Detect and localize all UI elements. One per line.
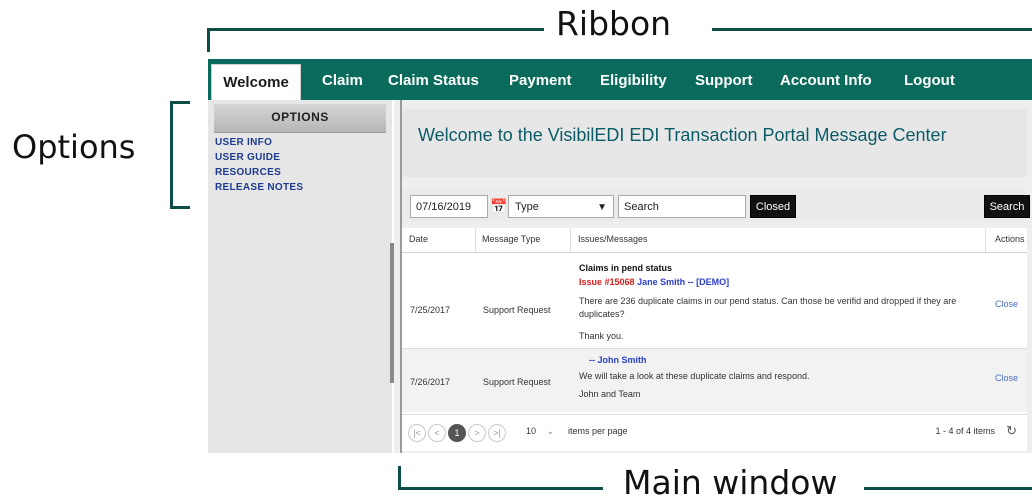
close-link[interactable]: Close — [995, 373, 1018, 383]
message-body: We will take a look at these duplicate c… — [579, 371, 810, 381]
filter-toolbar: 07/16/2019 📅 Type ▼ Search Closed Search — [402, 190, 1030, 222]
message-meta: Issue #15068 Jane Smith -- [DEMO] — [579, 277, 729, 287]
ribbon-bracket-left-tick — [207, 28, 210, 52]
page-size-value: 10 — [526, 426, 537, 436]
options-bracket-bottom — [170, 206, 190, 209]
col-date[interactable]: Date — [409, 234, 428, 244]
link-user-info[interactable]: USER INFO — [215, 137, 272, 148]
message-signoff: John and Team — [579, 389, 641, 399]
type-dropdown[interactable]: Type ▼ — [508, 195, 614, 218]
main-window-callout: Main window — [623, 463, 838, 502]
options-bracket-vertical — [170, 101, 173, 209]
date-field[interactable]: 07/16/2019 — [410, 195, 488, 218]
table-header: Date Message Type Issues/Messages Action… — [402, 228, 1027, 253]
ribbon: Welcome Claim Claim Status Payment Eligi… — [208, 59, 1032, 101]
tab-claim[interactable]: Claim — [322, 62, 363, 100]
issue-number[interactable]: Issue #15068 — [579, 277, 635, 287]
page-title: Welcome to the VisibilEDI EDI Transactio… — [418, 125, 947, 145]
calendar-icon[interactable]: 📅 — [490, 195, 507, 218]
welcome-panel: Welcome to the VisibilEDI EDI Transactio… — [402, 109, 1027, 177]
main-scrollbar[interactable] — [400, 100, 402, 453]
link-resources[interactable]: RESOURCES — [215, 167, 281, 178]
tab-logout[interactable]: Logout — [904, 62, 955, 100]
options-callout: Options — [12, 128, 136, 166]
current-page-button[interactable]: 1 — [448, 424, 466, 442]
tab-payment[interactable]: Payment — [509, 62, 572, 100]
message-author: Jane Smith -- [DEMO] — [637, 277, 730, 287]
messages-table: Date Message Type Issues/Messages Action… — [402, 228, 1027, 451]
tab-support[interactable]: Support — [695, 62, 753, 100]
link-release-notes[interactable]: RELEASE NOTES — [215, 182, 303, 193]
table-row[interactable]: 7/26/2017 Support Request -- John Smith … — [402, 349, 1027, 412]
chevron-down-icon: ▼ — [597, 202, 607, 213]
row-message-type: Support Request — [483, 305, 551, 315]
pager: |< < 1 > >| 10 ⌄ items per page 1 - 4 of… — [402, 414, 1027, 451]
main-bracket-left-tick — [398, 466, 401, 490]
chevron-down-icon: ⌄ — [546, 426, 555, 436]
col-issues-messages[interactable]: Issues/Messages — [578, 234, 648, 244]
ribbon-bracket-right — [712, 28, 1032, 31]
portal-app: Welcome Claim Claim Status Payment Eligi… — [208, 59, 1032, 453]
search-button[interactable]: Search — [984, 195, 1030, 218]
type-dropdown-value: Type — [515, 201, 539, 213]
message-body: There are 236 duplicate claims in our pe… — [579, 296, 957, 319]
page-size-label: items per page — [568, 426, 628, 436]
next-page-button[interactable]: > — [468, 424, 486, 442]
col-actions[interactable]: Actions — [995, 234, 1025, 244]
options-header: OPTIONS — [214, 104, 386, 133]
options-sidebar: OPTIONS USER INFO USER GUIDE RESOURCES R… — [208, 100, 394, 453]
item-count: 1 - 4 of 4 items — [935, 426, 995, 436]
closed-button[interactable]: Closed — [750, 195, 796, 218]
close-link[interactable]: Close — [995, 299, 1018, 309]
options-bracket-top — [170, 101, 190, 104]
last-page-button[interactable]: >| — [488, 424, 506, 442]
refresh-icon[interactable]: ↻ — [1006, 423, 1017, 439]
row-date: 7/26/2017 — [410, 377, 451, 387]
tab-account-info[interactable]: Account Info — [780, 62, 872, 100]
col-message-type[interactable]: Message Type — [482, 234, 540, 244]
search-input[interactable]: Search — [618, 195, 746, 218]
page-size-dropdown[interactable]: 10 ⌄ — [526, 426, 554, 437]
link-user-guide[interactable]: USER GUIDE — [215, 152, 280, 163]
tab-eligibility[interactable]: Eligibility — [600, 62, 667, 100]
main-bracket-right — [864, 487, 1032, 490]
tab-claim-status[interactable]: Claim Status — [388, 62, 479, 100]
tab-welcome[interactable]: Welcome — [211, 64, 301, 101]
message-author: -- John Smith — [589, 355, 647, 365]
row-message-type: Support Request — [483, 377, 551, 387]
main-bracket-left — [398, 487, 603, 490]
message-signoff: Thank you. — [579, 331, 624, 341]
message-title: Claims in pend status — [579, 263, 673, 273]
main-window: Welcome to the VisibilEDI EDI Transactio… — [394, 100, 1032, 453]
table-row[interactable]: 7/25/2017 Support Request Claims in pend… — [402, 253, 1027, 349]
ribbon-bracket-left — [207, 28, 544, 31]
row-date: 7/25/2017 — [410, 305, 451, 315]
ribbon-callout: Ribbon — [556, 4, 672, 43]
prev-page-button[interactable]: < — [428, 424, 446, 442]
first-page-button[interactable]: |< — [408, 424, 426, 442]
